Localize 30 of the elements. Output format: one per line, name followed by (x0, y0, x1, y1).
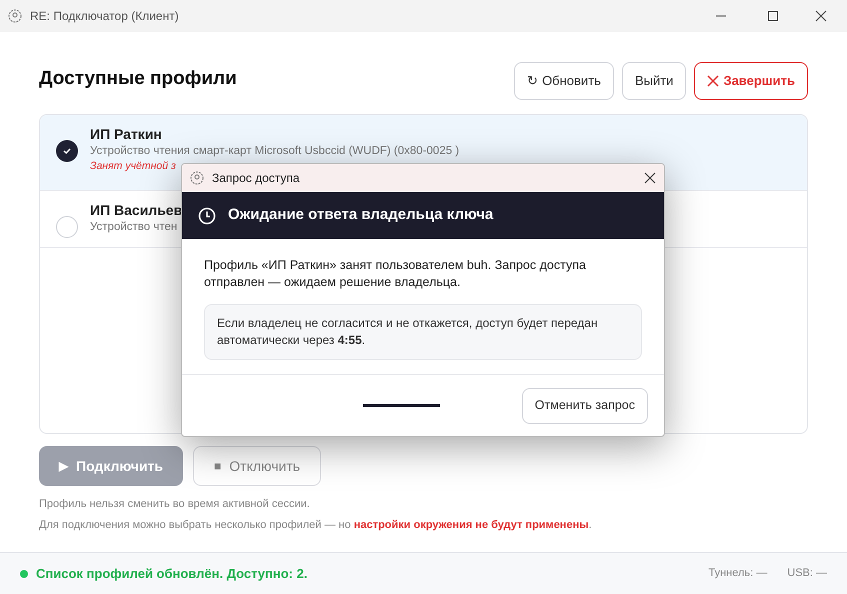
device-name: Устройство чтен (90, 220, 178, 234)
profile-name: ИП Васильев (90, 201, 182, 219)
dialog-heading: Ожидание ответа владельца ключа (228, 205, 494, 226)
maximize-icon[interactable] (767, 10, 779, 22)
cancel-request-button[interactable]: Отменить запрос (522, 388, 648, 424)
radio-button[interactable] (56, 216, 78, 238)
auto-transfer-note: Если владелец не согласится и не откажется, доступ будет передан автоматически через 4:55. (204, 304, 642, 360)
app-icon (8, 9, 22, 23)
clock-icon (198, 206, 216, 224)
close-icon[interactable] (815, 10, 827, 22)
refresh-button[interactable]: ↻ Обновить (514, 62, 614, 100)
finish-button[interactable]: Завершить (694, 62, 808, 100)
radio-button[interactable] (56, 140, 78, 162)
page-heading: Доступные профили (39, 67, 237, 91)
close-icon[interactable] (644, 172, 656, 184)
profile-name: ИП Раткин (90, 125, 163, 143)
logout-button[interactable]: Выйти (622, 62, 686, 100)
busy-status: Занят учётной з (90, 159, 176, 174)
dialog-title: Запрос доступа (212, 170, 301, 187)
app-icon (190, 171, 204, 185)
usb-status: USB: — (787, 566, 827, 582)
status-message: Список профилей обновлён. Доступно: 2. (36, 564, 308, 583)
device-name: Устройство чтения смарт-карт Microsoft Usbccid (WUDF) (0x80-0025 ) (90, 144, 460, 158)
window-title: RE: Подключатор (Клиент) (30, 8, 180, 25)
multi-profile-note: Для подключения можно выбрать несколько профилей — но настройки окружения не будут применены. (39, 518, 593, 532)
dialog-message: Профиль «ИП Раткин» занят пользователем buh. Запрос доступа отправлен — ожидаем решение владельца. (204, 257, 587, 291)
check-icon (62, 146, 72, 156)
tunnel-status: Туннель: — (708, 566, 768, 582)
close-icon (707, 75, 720, 87)
session-note: Профиль нельзя сменить во время активной сессии. (39, 497, 311, 512)
